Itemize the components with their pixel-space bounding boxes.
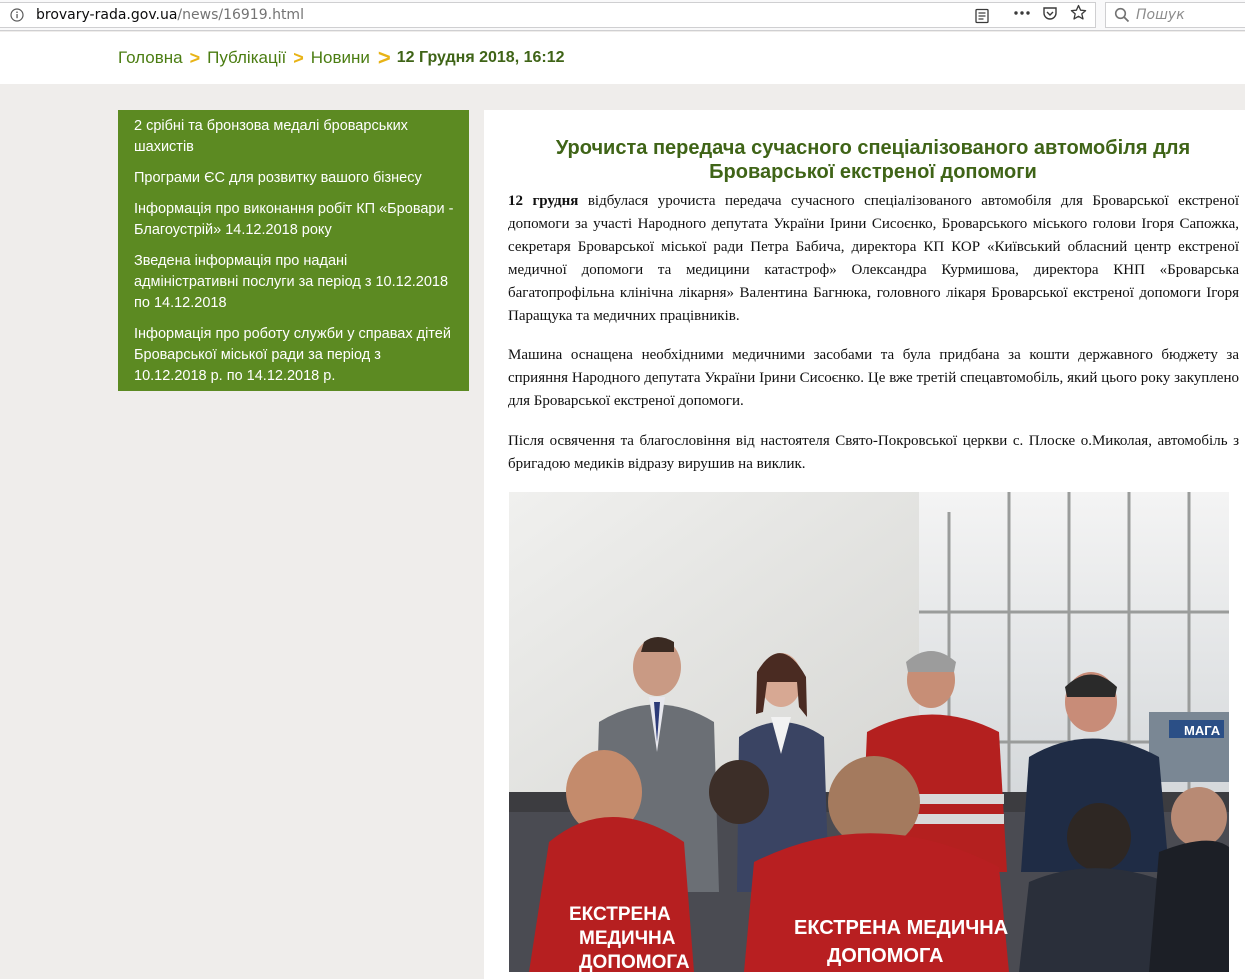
url-path: /news/16919.html xyxy=(177,7,304,23)
sidebar-news-link[interactable]: Інформація про виконання робіт КП «Брова… xyxy=(134,197,454,249)
article-date: 12 грудня xyxy=(508,193,579,209)
browser-toolbar: brovary-rada.gov.ua/news/16919.html Пошу… xyxy=(0,0,1245,31)
info-icon[interactable] xyxy=(10,8,24,22)
more-actions-icon[interactable] xyxy=(1013,5,1031,21)
url-domain: brovary-rada.gov.ua xyxy=(36,7,178,23)
jacket-text-right-1: ЕКСТРЕНА МЕДИЧНА xyxy=(794,917,1008,939)
pocket-icon[interactable] xyxy=(1042,5,1058,21)
article-paragraph-3: Після освячення та благословіння від нас… xyxy=(508,433,1239,472)
sidebar-news-link[interactable]: Програми ЄС для розвитку вашого бізнесу xyxy=(134,166,454,197)
breadcrumb-news[interactable]: Новини xyxy=(311,48,370,68)
jacket-text-left-3: ДОПОМОГА xyxy=(579,952,690,972)
breadcrumb-separator: > xyxy=(293,47,304,68)
jacket-text-left-1: ЕКСТРЕНА xyxy=(569,904,671,925)
breadcrumb-current: 12 Грудня 2018, 16:12 xyxy=(396,49,565,66)
reader-view-icon[interactable] xyxy=(974,8,990,24)
breadcrumb: Головна > Публікації > Новини > 12 Грудн… xyxy=(0,32,1245,84)
window-sign-text: МАГА xyxy=(1184,723,1221,738)
search-field[interactable]: Пошук xyxy=(1105,2,1245,28)
sidebar-news-link[interactable]: Зведена інформація про надані адміністра… xyxy=(134,249,454,322)
breadcrumb-home[interactable]: Головна xyxy=(118,48,183,68)
breadcrumb-separator: > xyxy=(377,45,391,70)
breadcrumb-separator: > xyxy=(189,47,201,68)
article-paragraph-1-text: відбулася урочиста передача сучасного сп… xyxy=(508,193,1239,324)
address-bar[interactable]: brovary-rada.gov.ua/news/16919.html xyxy=(0,2,1096,28)
article-container: Урочиста передача сучасного спеціалізова… xyxy=(484,110,1245,979)
search-icon xyxy=(1114,7,1130,23)
article-title: Урочиста передача сучасного спеціалізова… xyxy=(555,137,1191,183)
sidebar-news-link[interactable]: Інформація про роботу служби у справах д… xyxy=(134,322,454,395)
search-placeholder: Пошук xyxy=(1136,7,1185,23)
url-text[interactable]: brovary-rada.gov.ua/news/16919.html xyxy=(36,7,304,23)
jacket-text-right-2: ДОПОМОГА xyxy=(827,945,943,967)
article-paragraph-2: Машина оснащена необхідними медичними за… xyxy=(508,347,1239,409)
breadcrumb-publications[interactable]: Публікації xyxy=(207,48,286,68)
article-photo: МАГА ЕКСТРЕНА МЕДИЧНА ДОПОМОГА ЕКСТРЕНА … xyxy=(509,492,1229,972)
article-paragraph-1: 12 грудня відбулася урочиста передача су… xyxy=(508,190,1239,328)
sidebar-news-list: 2 срібні та бронзова медалі броварських … xyxy=(118,110,469,391)
jacket-text-left-2: МЕДИЧНА xyxy=(579,928,676,949)
sidebar-news-link[interactable]: 2 срібні та бронзова медалі броварських … xyxy=(134,114,454,166)
bookmark-star-icon[interactable] xyxy=(1070,4,1087,21)
